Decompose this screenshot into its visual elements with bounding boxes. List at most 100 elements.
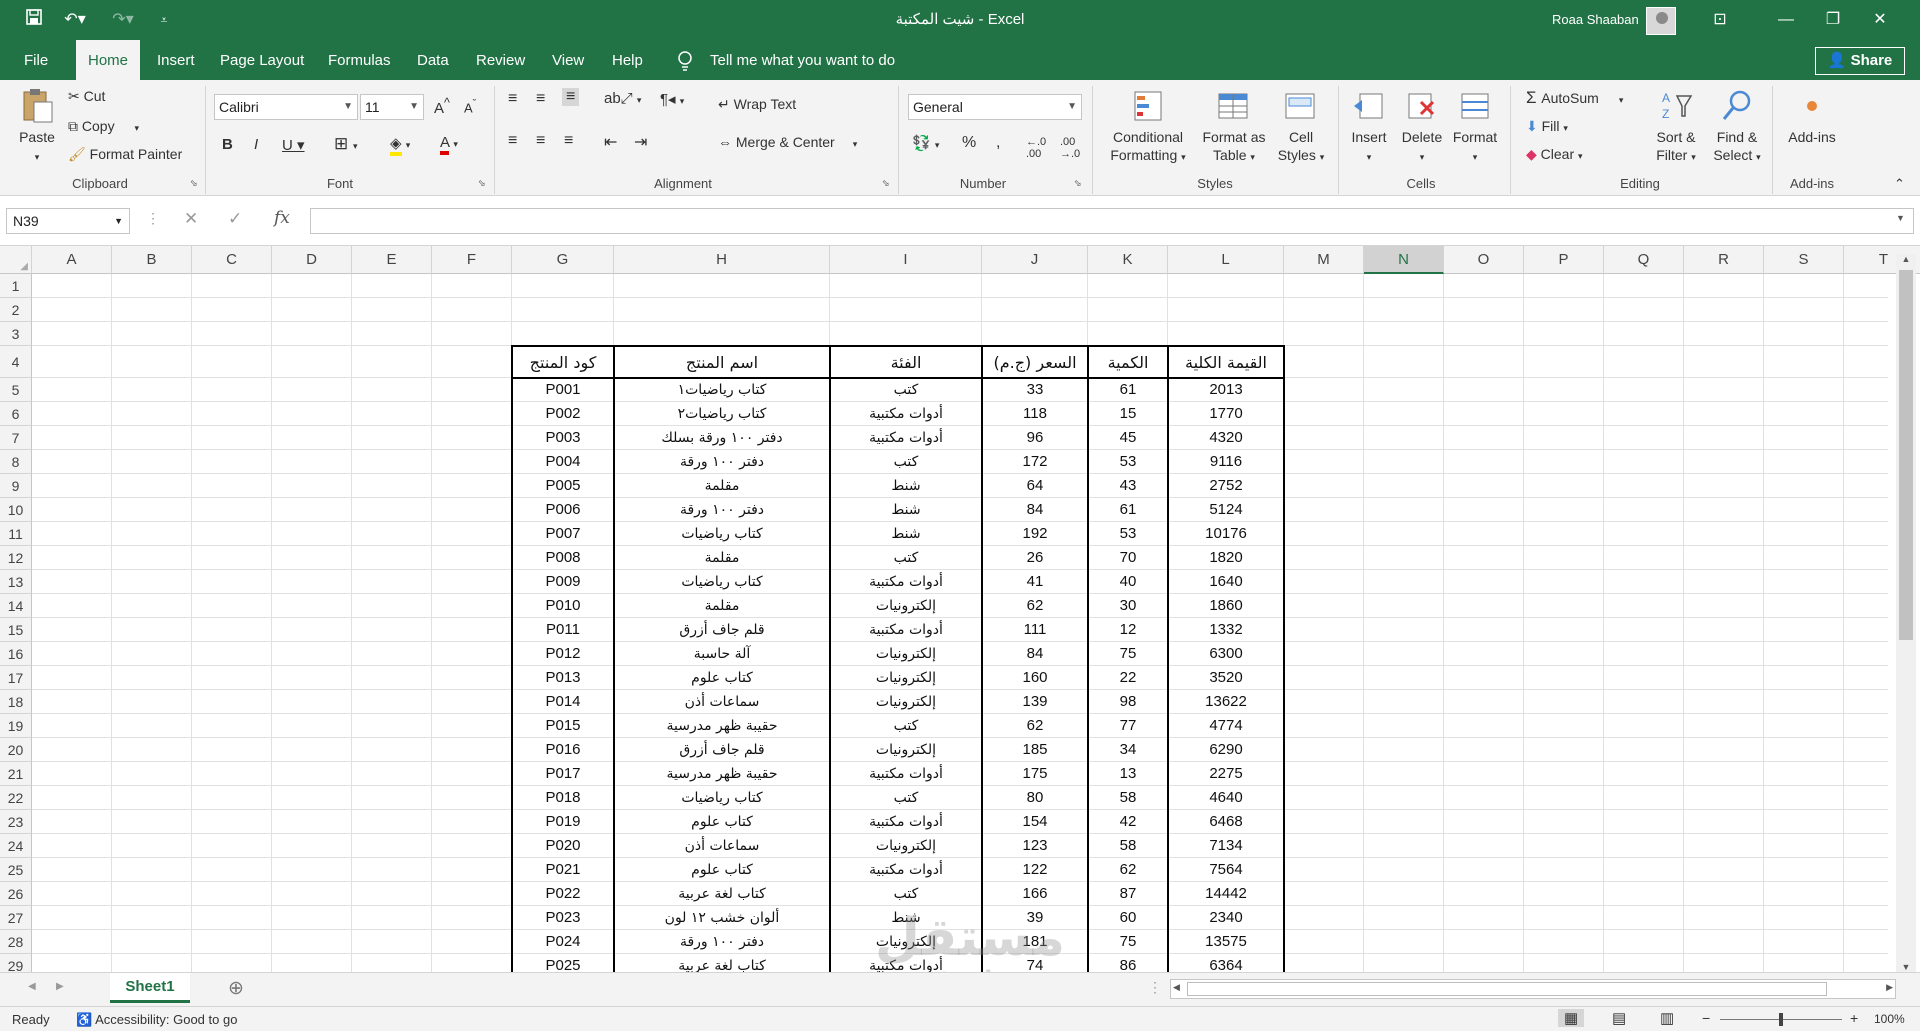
table-cell[interactable]: 45 (1088, 426, 1168, 450)
insert-cells-button[interactable]: Insert ▾ (1344, 88, 1394, 166)
sheet-tab-sheet1[interactable]: Sheet1 (110, 973, 190, 1003)
worksheet-grid[interactable]: ◢ A B C D E F G H I J K L M N O P Q R S T 1 2 3 4 5 6 7 8 9 10 11 12 13 1… (0, 246, 1920, 972)
table-cell[interactable]: P020 (512, 834, 614, 858)
table-cell[interactable]: 1640 (1168, 570, 1284, 594)
table-cell[interactable]: 7564 (1168, 858, 1284, 882)
table-cell[interactable]: 34 (1088, 738, 1168, 762)
table-cell[interactable]: ألوان خشب ١٢ لون (614, 906, 830, 930)
table-cell[interactable]: 58 (1088, 834, 1168, 858)
table-cell[interactable]: 1332 (1168, 618, 1284, 642)
table-cell[interactable]: 14442 (1168, 882, 1284, 906)
column-header-o[interactable]: O (1444, 246, 1524, 274)
restore-icon[interactable]: ❐ (1810, 6, 1856, 34)
collapse-ribbon-icon[interactable]: ⌃ (1894, 176, 1905, 192)
prev-sheet-icon[interactable]: ◀ (28, 981, 36, 992)
format-as-table-button[interactable]: Format as Table ▾ (1200, 88, 1268, 166)
table-cell[interactable]: 75 (1088, 642, 1168, 666)
table-cell[interactable]: P016 (512, 738, 614, 762)
table-cell[interactable]: 64 (982, 474, 1088, 498)
underline-icon[interactable]: U ▾ (282, 136, 305, 154)
autosum-button[interactable]: Σ AutoSum ▾ (1526, 88, 1623, 108)
find-select-button[interactable]: Find & Select ▾ (1706, 88, 1768, 166)
table-cell[interactable]: 13 (1088, 762, 1168, 786)
table-cell[interactable]: حقيبة ظهر مدرسية (614, 762, 830, 786)
row-header-19[interactable]: 19 (0, 714, 32, 738)
table-cell[interactable]: 6290 (1168, 738, 1284, 762)
table-cell[interactable]: 40 (1088, 570, 1168, 594)
table-cell[interactable]: شنط (830, 498, 982, 522)
table-cell[interactable]: 6364 (1168, 954, 1284, 972)
table-cell[interactable]: 62 (982, 714, 1088, 738)
share-button[interactable]: 👤 Share (1815, 47, 1905, 75)
font-size-select[interactable]: 11 ▼ (360, 94, 424, 120)
format-painter-button[interactable]: 🖌 Format Painter (68, 146, 182, 163)
column-header-f[interactable]: F (432, 246, 512, 274)
tab-help[interactable]: Help (612, 40, 643, 80)
row-header-29[interactable]: 29 (0, 954, 32, 972)
table-cell[interactable]: P005 (512, 474, 614, 498)
sort-filter-button[interactable]: AZ Sort & Filter ▾ (1646, 88, 1706, 166)
table-cell[interactable]: مقلمة (614, 594, 830, 618)
table-cell[interactable]: 70 (1088, 546, 1168, 570)
decrease-indent-icon[interactable]: ⇤ (604, 132, 617, 152)
conditional-formatting-button[interactable]: Conditional Formatting ▾ (1100, 88, 1196, 166)
page-break-view-icon[interactable]: ▥ (1660, 1009, 1674, 1027)
table-cell[interactable]: سماعات أذن (614, 690, 830, 714)
tab-home[interactable]: Home (76, 40, 141, 80)
scroll-left-icon[interactable]: ◀ (1173, 982, 1180, 993)
table-cell[interactable]: 41 (982, 570, 1088, 594)
number-launcher-icon[interactable]: ⬂ (1074, 178, 1082, 189)
table-cell[interactable]: كتب (830, 786, 982, 810)
tell-me-search[interactable]: Tell me what you want to do (710, 40, 895, 80)
increase-decimal-icon[interactable]: ←.0.00 (1026, 136, 1046, 160)
table-cell[interactable]: 2340 (1168, 906, 1284, 930)
avatar[interactable] (1646, 7, 1676, 35)
row-header-4[interactable]: 4 (0, 346, 32, 378)
table-cell[interactable]: 80 (982, 786, 1088, 810)
italic-icon[interactable]: I (254, 136, 258, 153)
table-header-cell[interactable]: اسم المنتج (614, 346, 830, 378)
select-all-corner[interactable]: ◢ (0, 246, 32, 274)
row-header-13[interactable]: 13 (0, 570, 32, 594)
column-header-n[interactable]: N (1364, 246, 1444, 274)
table-cell[interactable]: P014 (512, 690, 614, 714)
table-header-cell[interactable]: كود المنتج (512, 346, 614, 378)
table-cell[interactable]: 1820 (1168, 546, 1284, 570)
table-cell[interactable]: P023 (512, 906, 614, 930)
addins-button[interactable]: Add-ins (1780, 88, 1844, 146)
zoom-slider-thumb[interactable] (1779, 1013, 1783, 1026)
table-cell[interactable]: 118 (982, 402, 1088, 426)
row-header-17[interactable]: 17 (0, 666, 32, 690)
next-sheet-icon[interactable]: ▶ (56, 981, 64, 992)
tab-view[interactable]: View (552, 40, 584, 80)
insert-function-icon[interactable]: fx (274, 208, 290, 228)
table-cell[interactable]: 22 (1088, 666, 1168, 690)
table-cell[interactable]: 2752 (1168, 474, 1284, 498)
add-sheet-icon[interactable]: ⊕ (228, 977, 244, 1000)
table-cell[interactable]: 98 (1088, 690, 1168, 714)
row-header-23[interactable]: 23 (0, 810, 32, 834)
vertical-scrollbar[interactable]: ▲ ▼ (1896, 254, 1916, 972)
table-cell[interactable]: 185 (982, 738, 1088, 762)
table-cell[interactable]: 1770 (1168, 402, 1284, 426)
row-header-25[interactable]: 25 (0, 858, 32, 882)
format-cells-button[interactable]: Format ▾ (1450, 88, 1500, 166)
scroll-thumb[interactable] (1899, 270, 1913, 640)
table-cell[interactable]: 4774 (1168, 714, 1284, 738)
row-header-8[interactable]: 8 (0, 450, 32, 474)
row-header-6[interactable]: 6 (0, 402, 32, 426)
scroll-up-icon[interactable]: ▲ (1896, 254, 1916, 264)
table-cell[interactable]: P006 (512, 498, 614, 522)
table-cell[interactable]: P019 (512, 810, 614, 834)
fill-button[interactable]: ⬇ Fill ▾ (1526, 118, 1568, 135)
table-cell[interactable]: 58 (1088, 786, 1168, 810)
table-cell[interactable]: 42 (1088, 810, 1168, 834)
table-cell[interactable]: 139 (982, 690, 1088, 714)
split-handle-icon[interactable]: ⋮ (1148, 979, 1162, 996)
table-cell[interactable]: 160 (982, 666, 1088, 690)
table-cell[interactable]: دفتر ١٠٠ ورقة (614, 450, 830, 474)
table-cell[interactable]: أدوات مكتبية (830, 762, 982, 786)
align-bottom-icon[interactable]: ≡ (562, 88, 580, 106)
table-header-cell[interactable]: السعر (ج.م) (982, 346, 1088, 378)
table-cell[interactable]: P017 (512, 762, 614, 786)
